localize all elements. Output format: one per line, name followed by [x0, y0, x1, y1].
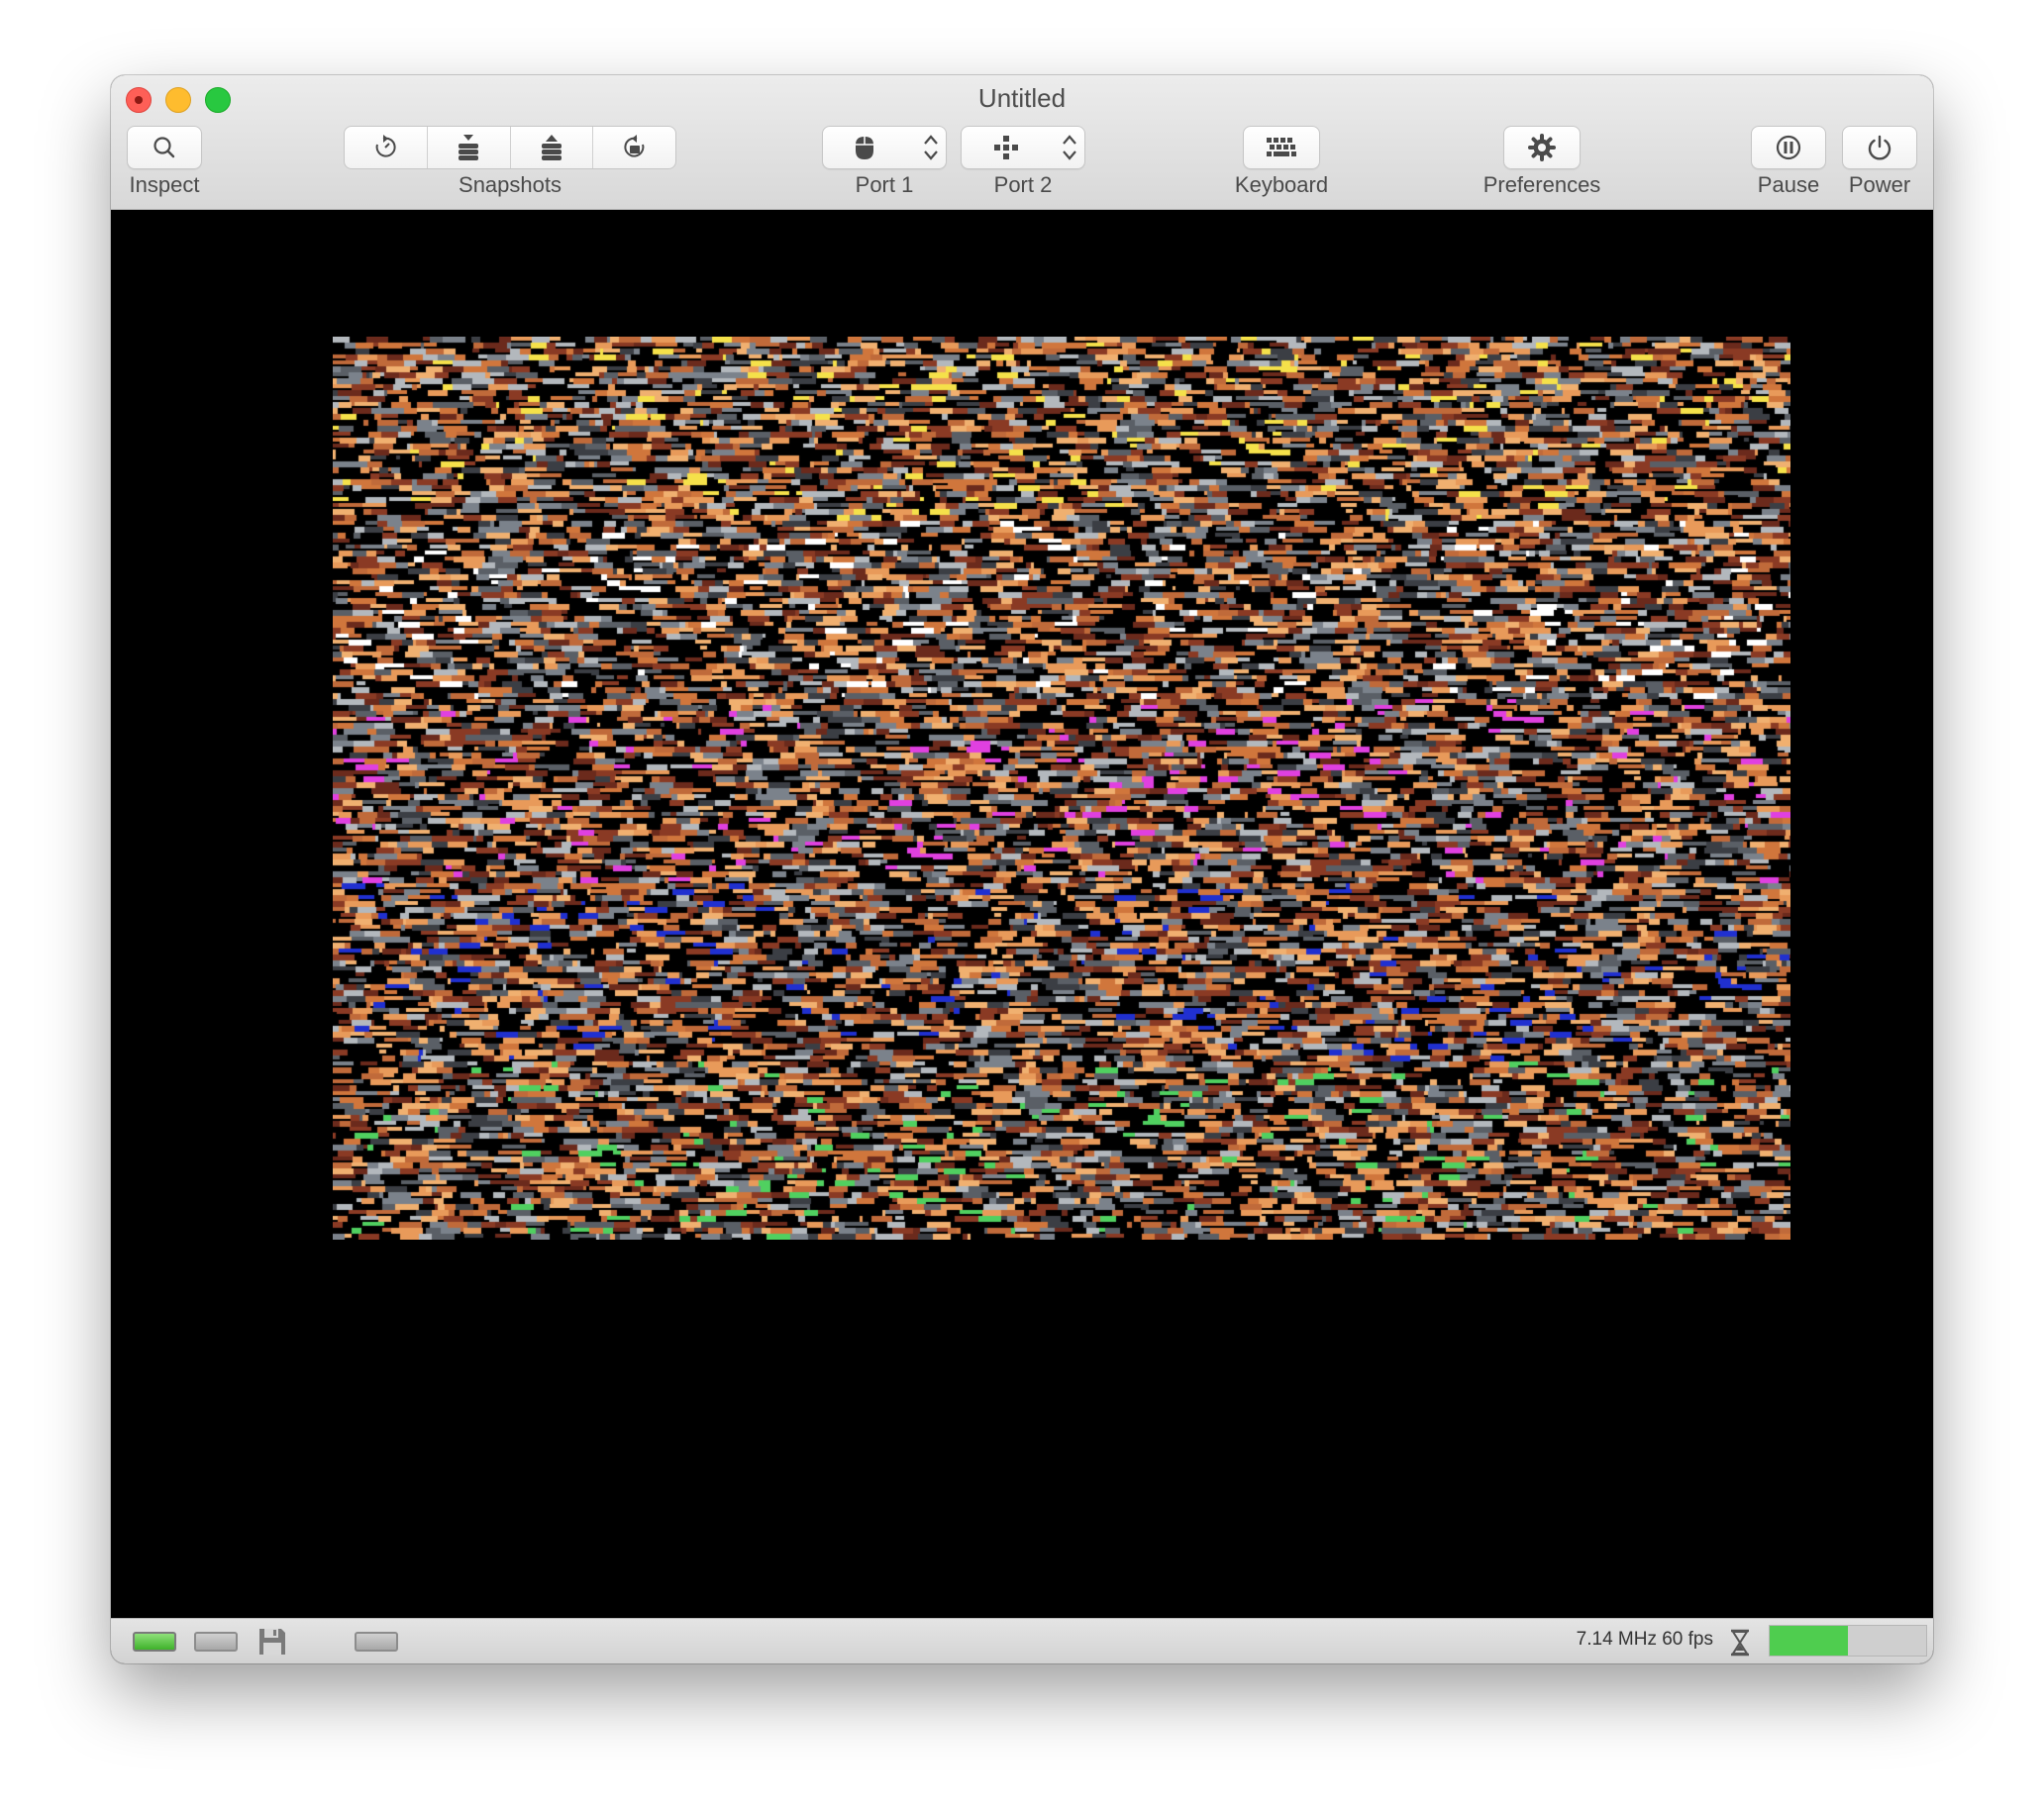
popup-chevron-icon — [922, 133, 940, 162]
title-toolbar: Untitled Inspect Snapshots Port 1 Port 2… — [111, 75, 1933, 210]
power-button[interactable] — [1842, 126, 1917, 169]
pause-icon — [1775, 134, 1802, 161]
hourglass-icon[interactable] — [1729, 1629, 1751, 1657]
restore-snapshot-button[interactable] — [511, 127, 594, 168]
browse-snapshots-button[interactable] — [593, 127, 675, 168]
popup-chevron-icon — [1061, 133, 1078, 162]
revert-icon — [370, 133, 400, 162]
status-bar: 7.14 MHz 60 fps — [111, 1618, 1933, 1663]
keyboard-icon — [1266, 137, 1297, 158]
clock-fps-readout: 7.14 MHz 60 fps — [1576, 1629, 1713, 1650]
take-snapshot-button[interactable] — [428, 127, 511, 168]
revert-button[interactable] — [345, 127, 428, 168]
port1-label: Port 1 — [855, 172, 914, 197]
mouse-icon — [853, 134, 876, 161]
speed-gauge-fill — [1770, 1626, 1848, 1656]
pause-label: Pause — [1757, 172, 1820, 197]
inspect-button[interactable] — [127, 126, 202, 169]
emulated-display-noise — [333, 337, 1790, 1240]
search-icon — [152, 135, 177, 160]
port2-label: Port 2 — [993, 172, 1053, 197]
pause-button[interactable] — [1751, 126, 1826, 169]
keyboard-button[interactable] — [1243, 126, 1320, 169]
floppy-disk-icon[interactable] — [257, 1627, 287, 1657]
preferences-label: Preferences — [1482, 172, 1601, 197]
power-label: Power — [1848, 172, 1911, 197]
drive-2-icon[interactable] — [194, 1632, 238, 1652]
emulator-screen[interactable] — [111, 210, 1933, 1618]
keyboard-label: Keyboard — [1234, 172, 1329, 197]
window-title: Untitled — [977, 83, 1067, 113]
snapshots-label: Snapshots — [459, 172, 562, 197]
emulator-window: Untitled Inspect Snapshots Port 1 Port 2… — [111, 75, 1933, 1663]
browse-snapshots-icon — [620, 133, 650, 162]
preferences-button[interactable] — [1503, 126, 1581, 169]
drive-1-icon[interactable] — [133, 1632, 176, 1652]
port2-popup[interactable] — [961, 126, 1085, 169]
inspect-label: Inspect — [129, 172, 200, 197]
take-snapshot-icon — [454, 133, 483, 162]
power-icon — [1866, 134, 1893, 161]
joystick-icon — [991, 133, 1021, 162]
snapshots-segmented-control — [344, 126, 676, 169]
speed-gauge — [1769, 1625, 1927, 1657]
gear-icon — [1527, 133, 1557, 162]
cartridge-icon[interactable] — [355, 1632, 398, 1652]
port1-popup[interactable] — [822, 126, 947, 169]
restore-snapshot-icon — [537, 133, 566, 162]
